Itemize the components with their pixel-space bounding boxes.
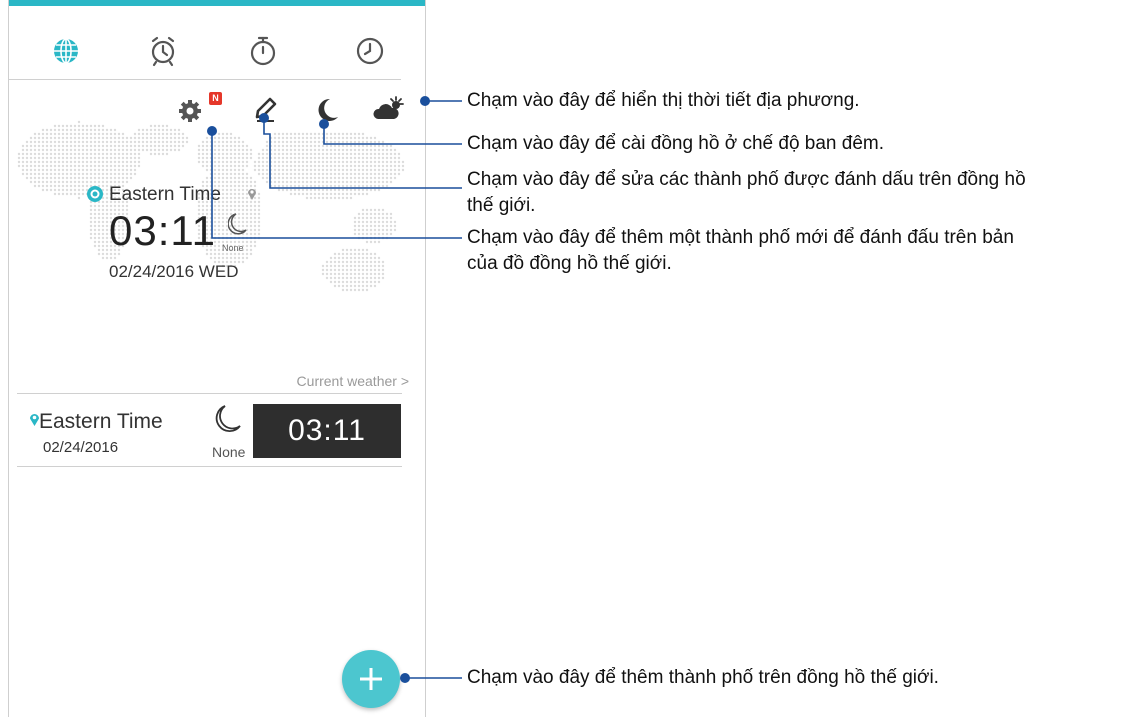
callout-settings-line1: Chạm vào đây để thêm một thành phố mới đ…: [467, 227, 1014, 248]
callout-edit-line2: thế giới.: [467, 195, 536, 216]
callout-add-city: Chạm vào đây để thêm thành phố trên đồng…: [467, 667, 939, 688]
callout-settings-line2: của đồ đồng hồ thế giới.: [467, 253, 672, 274]
callout-dot: [207, 126, 217, 136]
callout-dot: [259, 113, 269, 123]
callout-edit-line1: Chạm vào đây để sửa các thành phố được đ…: [467, 169, 1026, 190]
callout-dot: [420, 96, 430, 106]
callout-night-mode: Chạm vào đây để cài đồng hồ ở chế độ ban…: [467, 133, 885, 154]
callout-weather: Chạm vào đây để hiển thị thời tiết địa p…: [467, 90, 860, 111]
callout-dot: [400, 673, 410, 683]
callout-dot: [319, 119, 329, 129]
